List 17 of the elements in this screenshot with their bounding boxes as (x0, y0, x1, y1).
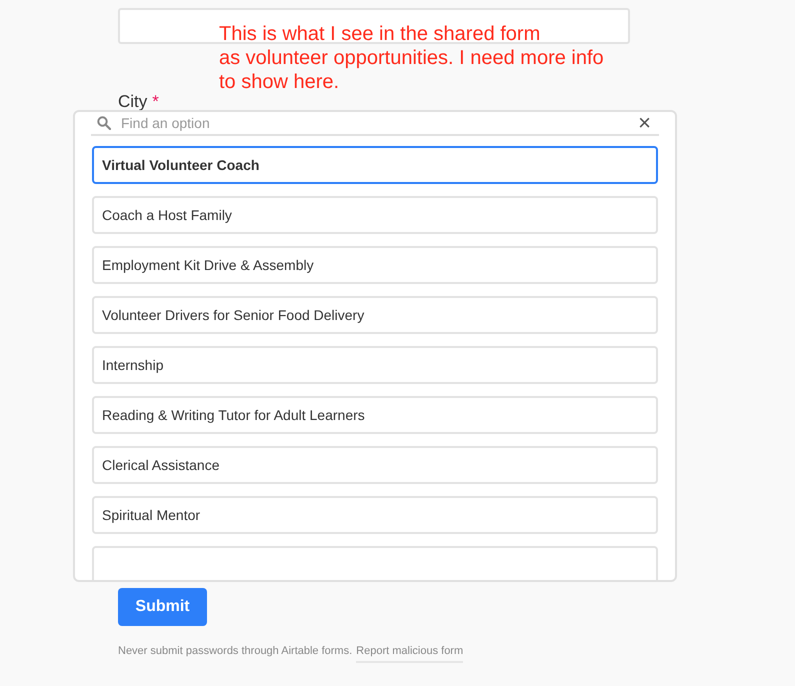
option-item[interactable]: Clerical Assistance (92, 446, 658, 484)
annotation-text: This is what I see in the shared form as volunteer opportunities. I need more info to show here. (219, 22, 604, 94)
search-field[interactable]: Find an option (119, 114, 630, 132)
footer-note: Never submit passwords through Airtable forms. (118, 645, 352, 659)
option-item[interactable]: Internship (92, 346, 658, 384)
option-item[interactable]: Reading & Writing Tutor for Adult Learners (92, 396, 658, 434)
search-icon (97, 116, 111, 130)
option-item[interactable]: Coach a Host Family (92, 196, 658, 234)
option-item[interactable]: Virtual Volunteer Coach (92, 146, 658, 184)
close-button[interactable]: × (638, 112, 651, 134)
submit-button[interactable]: Submit (118, 588, 207, 626)
required-mark: * (152, 92, 159, 112)
option-item[interactable]: Employment Kit Drive & Assembly (92, 246, 658, 284)
option-item[interactable]: Spiritual Mentor (92, 496, 658, 534)
option-item[interactable]: Volunteer Drivers for Senior Food Delivery (92, 296, 658, 334)
field-label: City (118, 92, 148, 112)
text-input-field[interactable] (118, 8, 630, 44)
